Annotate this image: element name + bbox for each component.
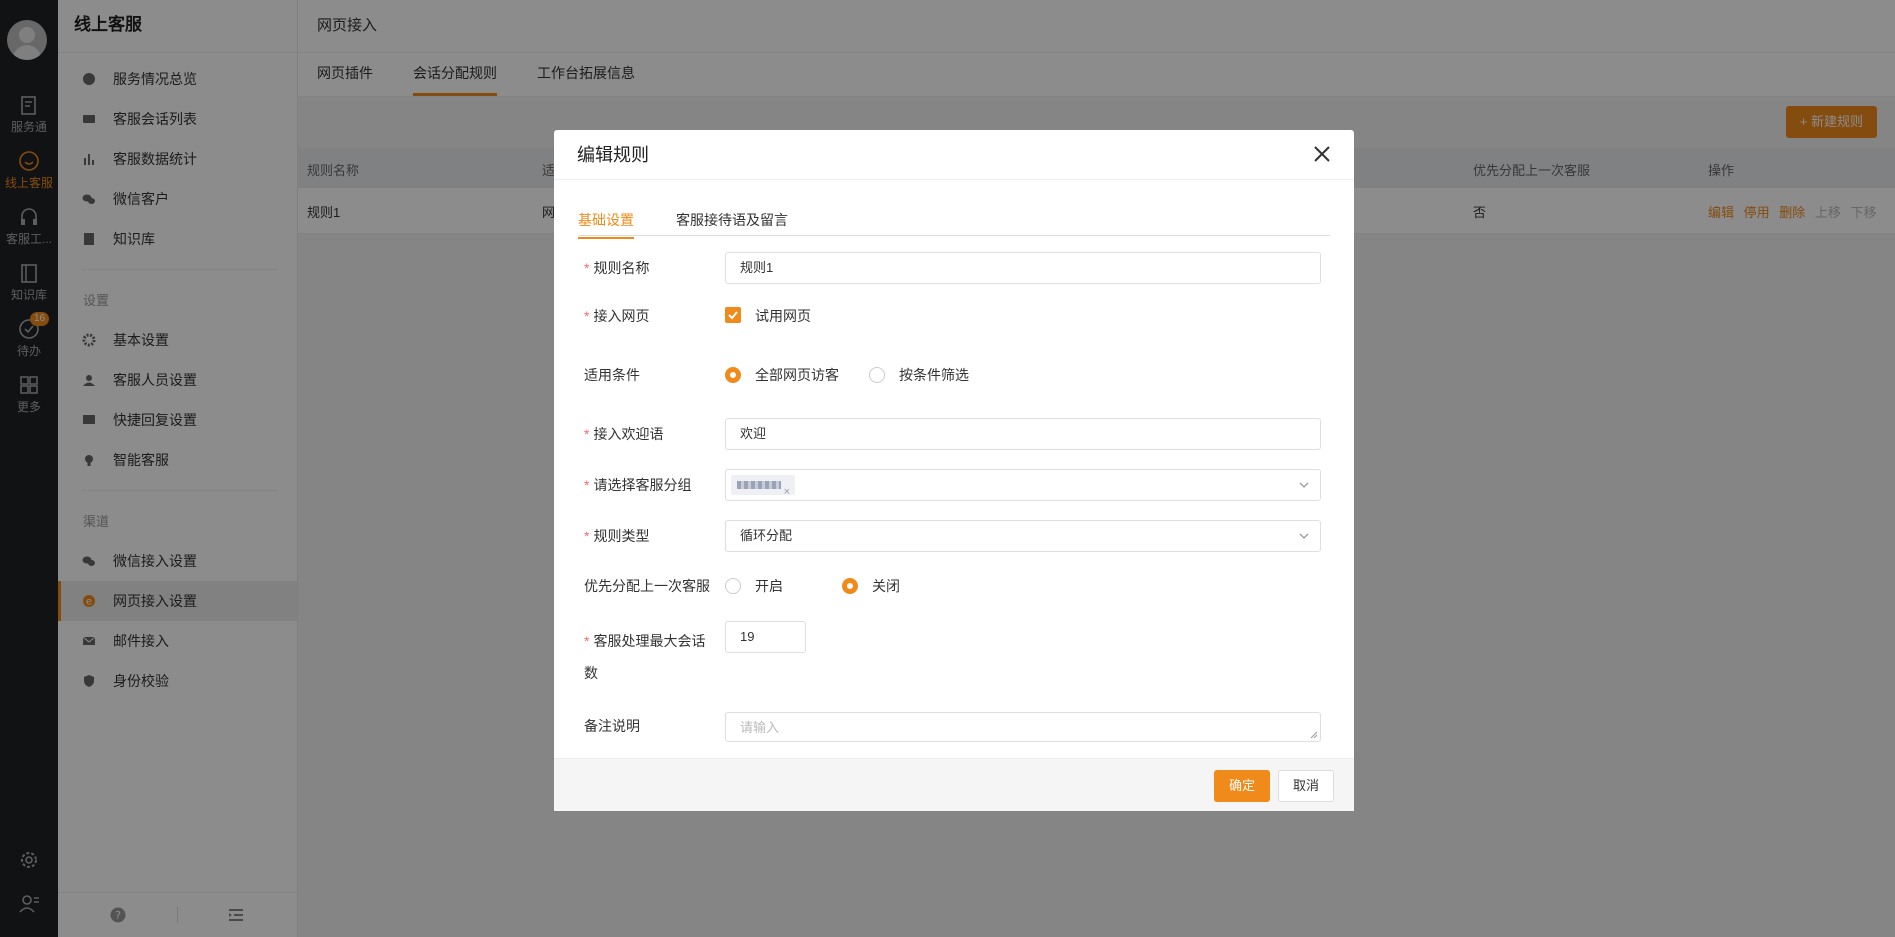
label: * 接入欢迎语 <box>584 422 712 446</box>
label: * 规则类型 <box>584 524 712 548</box>
radio-priority-on[interactable] <box>725 578 741 594</box>
label: * 客服处理最大会话数 <box>584 625 712 689</box>
access-page-label: 接入网页 <box>593 308 650 324</box>
priority-label: 优先分配上一次客服 <box>584 578 710 594</box>
tab-basic-settings[interactable]: 基础设置 <box>578 210 634 239</box>
filter-condition-label: 按条件筛选 <box>899 367 969 383</box>
service-group-label: 请选择客服分组 <box>593 477 692 493</box>
required-mark: * <box>584 308 590 324</box>
welcome-label: 接入欢迎语 <box>593 426 664 442</box>
all-visitors-label: 全部网页访客 <box>755 367 839 383</box>
welcome-input[interactable]: 欢迎 <box>725 418 1321 450</box>
required-mark: * <box>584 426 590 442</box>
radio-priority-off[interactable] <box>842 578 858 594</box>
edit-rule-dialog: 编辑规则 基础设置 客服接待语及留言 * 规则名称 规则1 * 接入网页 试用网页 … <box>554 130 1354 811</box>
chevron-down-icon <box>1299 533 1309 539</box>
trial-page-label: 试用网页 <box>755 308 811 324</box>
label: * 接入网页 <box>584 304 712 328</box>
blurred-text <box>737 481 781 489</box>
radio-all-visitors[interactable] <box>725 367 741 383</box>
group-tag: × <box>731 475 795 498</box>
rule-name-label: 规则名称 <box>593 260 650 276</box>
label: * 请选择客服分组 <box>584 473 712 497</box>
max-sessions-label-cont: 数 <box>584 665 598 681</box>
dialog-tabs: 基础设置 客服接待语及留言 <box>578 202 1330 239</box>
required-mark: * <box>584 477 590 493</box>
confirm-button[interactable]: 确定 <box>1214 770 1270 802</box>
dialog-footer: 确定 取消 <box>554 758 1354 811</box>
service-group-select[interactable]: × <box>725 469 1321 501</box>
remark-textarea[interactable]: 请输入 <box>725 712 1321 742</box>
remark-label: 备注说明 <box>584 718 640 734</box>
cancel-button[interactable]: 取消 <box>1278 770 1334 802</box>
close-icon[interactable] <box>1312 144 1332 164</box>
dialog-title: 编辑规则 <box>554 130 1354 180</box>
priority-on-label: 开启 <box>755 578 783 594</box>
required-mark: * <box>584 633 590 649</box>
required-mark: * <box>584 528 590 544</box>
label: * 规则名称 <box>584 256 712 280</box>
rule-type-label: 规则类型 <box>593 528 650 544</box>
radio-filter-condition[interactable] <box>869 367 885 383</box>
tag-remove-icon[interactable]: × <box>784 477 790 507</box>
max-sessions-input[interactable]: 19 <box>725 621 806 653</box>
resize-handle-icon[interactable] <box>1310 731 1318 739</box>
required-mark: * <box>584 260 590 276</box>
max-sessions-label: 客服处理最大会话 <box>593 633 706 649</box>
checkmark-icon <box>728 311 738 320</box>
condition-label: 适用条件 <box>584 367 640 383</box>
chevron-down-icon <box>1299 482 1309 488</box>
tab-greeting-message[interactable]: 客服接待语及留言 <box>676 210 788 230</box>
rule-type-select[interactable]: 循环分配 <box>725 520 1321 552</box>
rule-type-value: 循环分配 <box>740 528 793 543</box>
trial-page-checkbox[interactable] <box>725 307 741 323</box>
rule-name-input[interactable]: 规则1 <box>725 252 1321 284</box>
priority-off-label: 关闭 <box>872 578 900 594</box>
